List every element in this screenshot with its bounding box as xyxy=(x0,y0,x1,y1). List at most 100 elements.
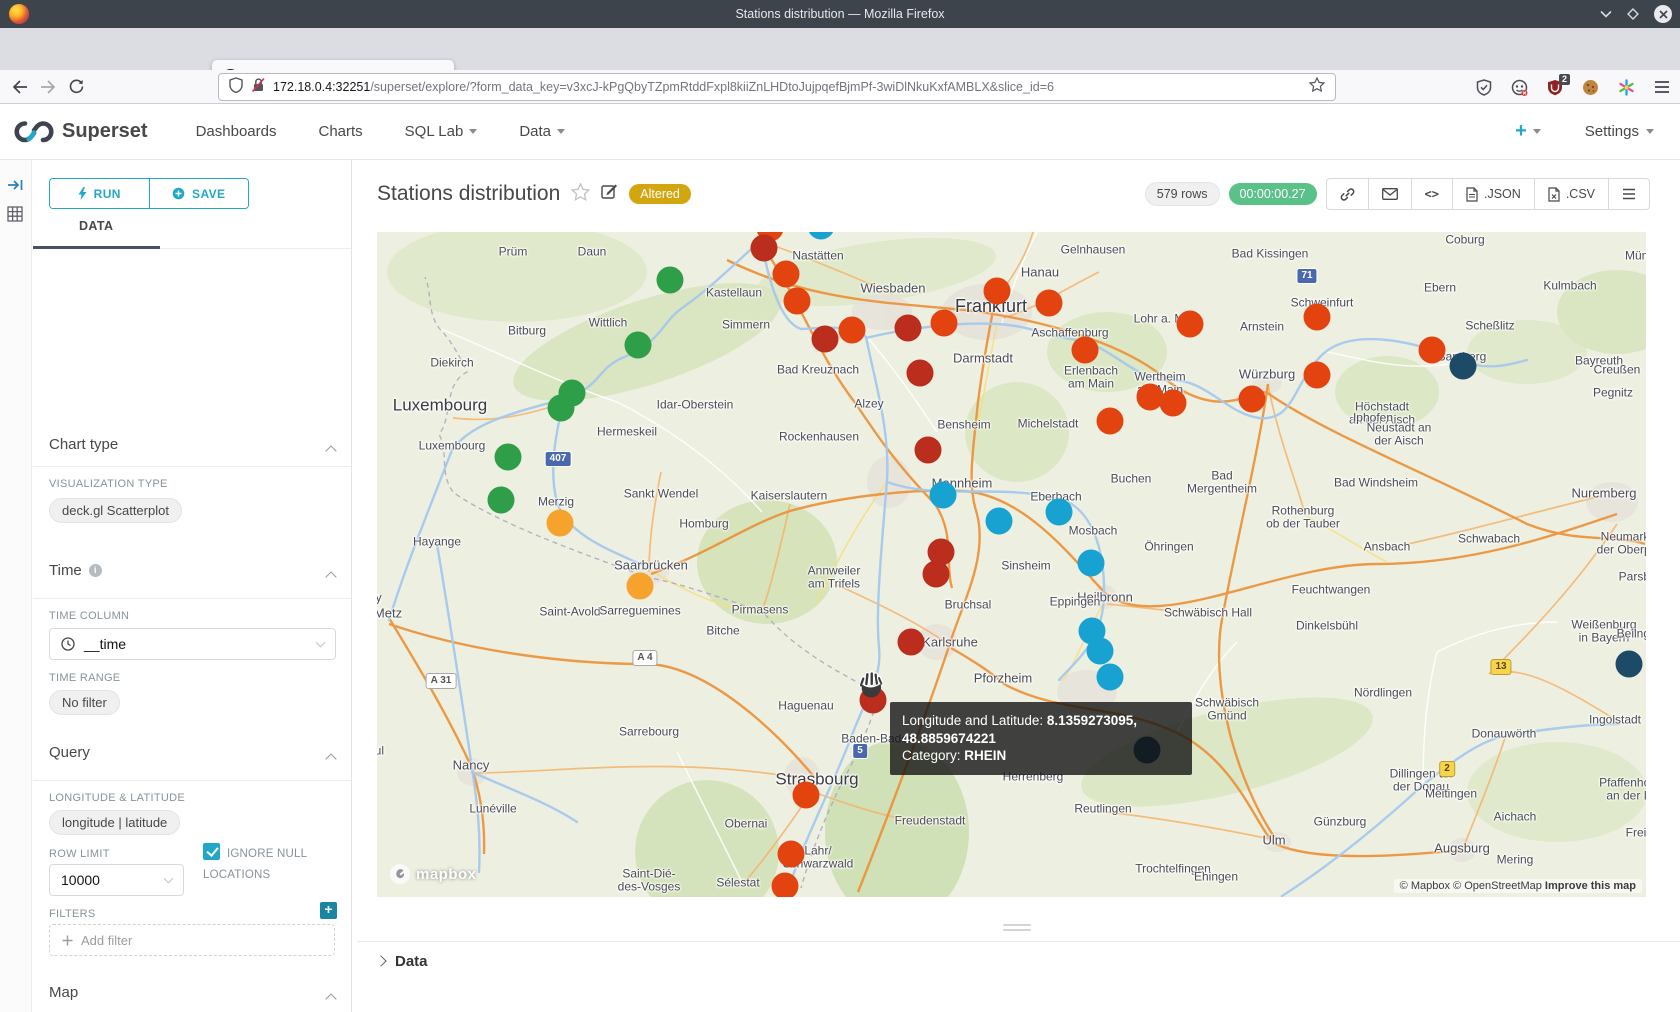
bookmark-star-icon[interactable] xyxy=(1309,77,1325,97)
datasource-grid-icon[interactable] xyxy=(7,206,23,227)
map-point[interactable] xyxy=(495,444,522,471)
ignore-null-control[interactable]: IGNORE NULL LOCATIONS xyxy=(203,843,339,885)
map-point[interactable] xyxy=(1419,337,1446,364)
map-point[interactable] xyxy=(784,288,811,315)
section-query[interactable]: Query xyxy=(49,744,90,761)
map-point[interactable] xyxy=(986,508,1013,535)
map-point[interactable] xyxy=(812,326,839,353)
map-point[interactable] xyxy=(1072,337,1099,364)
map-point[interactable] xyxy=(547,510,574,537)
superset-logo[interactable]: Superset xyxy=(14,119,148,145)
chevron-up-icon[interactable] xyxy=(327,750,335,768)
extension-sparkle-icon[interactable] xyxy=(1618,79,1635,96)
add-filter-plus-button[interactable]: + xyxy=(320,902,337,919)
map-point[interactable] xyxy=(1036,290,1063,317)
map-point[interactable] xyxy=(1304,304,1331,331)
run-button[interactable]: RUN xyxy=(50,179,149,208)
map-point[interactable] xyxy=(1239,386,1266,413)
ublock-icon[interactable]: 2 xyxy=(1547,79,1563,96)
map-point[interactable] xyxy=(751,235,778,262)
lonlat-pill[interactable]: longitude | latitude xyxy=(49,810,180,835)
map-point[interactable] xyxy=(984,278,1011,305)
chevron-up-icon[interactable] xyxy=(327,442,335,460)
embed-code-button[interactable]: <> xyxy=(1411,179,1452,209)
collapse-panel-icon[interactable] xyxy=(7,178,24,197)
close-icon[interactable] xyxy=(1654,5,1672,23)
map-point[interactable] xyxy=(625,332,652,359)
map-point[interactable] xyxy=(1160,390,1187,417)
map-point[interactable] xyxy=(778,841,805,868)
mapbox-logo[interactable]: mapbox xyxy=(389,863,477,885)
privacy-shield-icon[interactable] xyxy=(1476,79,1492,96)
map-point[interactable] xyxy=(1087,638,1114,665)
reload-button[interactable] xyxy=(62,73,90,101)
nav-sql-lab[interactable]: SQL Lab xyxy=(405,123,478,140)
favorite-star-icon[interactable] xyxy=(571,183,590,206)
map-point[interactable] xyxy=(907,360,934,387)
map-point[interactable] xyxy=(839,317,866,344)
section-map[interactable]: Map xyxy=(49,984,78,1001)
export-csv-button[interactable]: .CSV xyxy=(1534,179,1608,209)
save-button[interactable]: SAVE xyxy=(149,179,249,208)
map-point[interactable] xyxy=(627,573,654,600)
map-point[interactable] xyxy=(488,487,515,514)
url-bar[interactable]: 172.18.0.4:32251/superset/explore/?form_… xyxy=(218,73,1336,101)
data-results-toggle[interactable]: Data xyxy=(377,948,428,974)
export-json-button[interactable]: .JSON xyxy=(1452,179,1534,209)
account-mask-icon[interactable] xyxy=(1511,79,1528,96)
map-point[interactable] xyxy=(898,629,925,656)
minimize-icon[interactable] xyxy=(1600,10,1612,18)
add-filter-box[interactable]: Add filter xyxy=(49,924,335,956)
time-column-select[interactable]: __time xyxy=(49,628,336,660)
map-point[interactable] xyxy=(931,310,958,337)
map-point[interactable] xyxy=(1097,664,1124,691)
section-time[interactable]: Timei xyxy=(49,562,102,579)
panel-resize-gutter[interactable] xyxy=(351,160,352,1012)
map-point[interactable] xyxy=(1046,499,1073,526)
map-point[interactable] xyxy=(773,261,800,288)
chevron-up-icon[interactable] xyxy=(327,568,335,586)
ignore-null-checkbox[interactable] xyxy=(203,843,220,860)
map-point[interactable] xyxy=(915,437,942,464)
map-point[interactable] xyxy=(548,395,575,422)
map-point[interactable] xyxy=(1616,651,1643,678)
map-point[interactable] xyxy=(1097,408,1124,435)
copy-link-button[interactable] xyxy=(1327,179,1368,209)
cookie-icon[interactable] xyxy=(1582,79,1599,96)
nav-charts[interactable]: Charts xyxy=(318,123,362,140)
deckgl-map-canvas[interactable]: PrümDaunNastättenGelnhausenHanauBad Kiss… xyxy=(377,232,1646,897)
section-chart-type[interactable]: Chart type xyxy=(49,436,118,453)
new-item-button[interactable]: + xyxy=(1515,120,1541,143)
time-range-pill[interactable]: No filter xyxy=(49,690,120,715)
map-point[interactable] xyxy=(923,561,950,588)
map-point[interactable] xyxy=(657,267,684,294)
maximize-icon[interactable] xyxy=(1627,8,1639,20)
viz-type-pill[interactable]: deck.gl Scatterplot xyxy=(49,498,182,523)
altered-badge[interactable]: Altered xyxy=(629,184,691,204)
chevron-up-icon[interactable] xyxy=(327,990,335,1008)
map-point[interactable] xyxy=(1450,353,1477,380)
menu-hamburger-icon[interactable] xyxy=(1654,80,1670,94)
map-point[interactable] xyxy=(793,782,820,809)
nav-data[interactable]: Data xyxy=(519,123,565,140)
map-point[interactable] xyxy=(1078,550,1105,577)
map-point[interactable] xyxy=(772,873,799,898)
forward-button[interactable] xyxy=(34,73,62,101)
brand-name: Superset xyxy=(62,120,148,143)
map-point[interactable] xyxy=(895,315,922,342)
back-button[interactable] xyxy=(6,73,34,101)
lock-insecure-icon[interactable] xyxy=(251,77,265,98)
more-options-button[interactable] xyxy=(1608,179,1649,209)
map-point[interactable] xyxy=(1304,362,1331,389)
nav-dashboards[interactable]: Dashboards xyxy=(196,123,277,140)
map-point[interactable] xyxy=(1177,311,1204,338)
tab-data[interactable]: DATA xyxy=(79,219,113,233)
improve-map-link[interactable]: Improve this map xyxy=(1545,880,1636,892)
panel-resize-handle[interactable] xyxy=(1003,924,1031,932)
row-limit-select[interactable]: 10000 xyxy=(49,864,184,896)
edit-properties-icon[interactable] xyxy=(601,183,618,205)
settings-menu[interactable]: Settings xyxy=(1585,123,1654,140)
map-point[interactable] xyxy=(930,482,957,509)
shield-icon[interactable] xyxy=(229,77,243,98)
email-button[interactable] xyxy=(1368,179,1411,209)
